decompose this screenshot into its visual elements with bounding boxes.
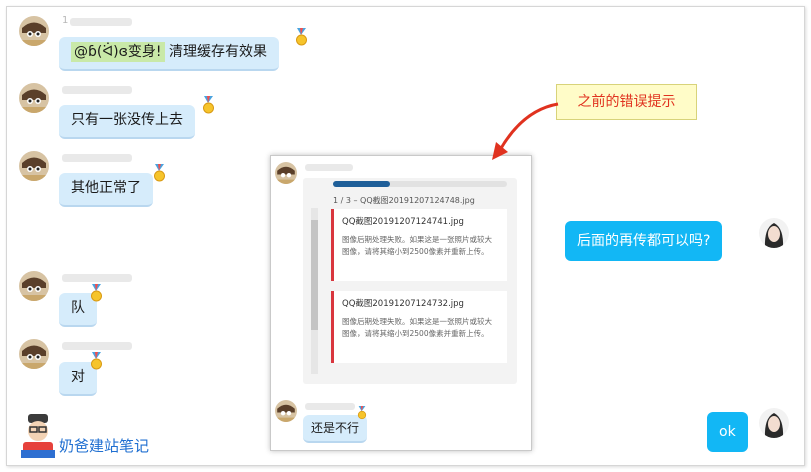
message-text: ok — [719, 424, 736, 440]
nickname-digit: 1 — [62, 15, 69, 26]
watermark-text: 奶爸建站笔记 — [59, 437, 150, 455]
user-avatar — [275, 162, 297, 184]
embedded-screenshot: 1 / 3 – QQ截图20191207124748.jpg QQ截图20191… — [270, 155, 532, 451]
error-card: QQ截图20191207124732.jpg 图像后期处理失败。如果这是一张照片… — [331, 291, 507, 363]
user-avatar[interactable] — [19, 16, 49, 46]
nickname-blurred — [305, 403, 355, 410]
nickname-blurred — [62, 274, 132, 282]
mascot-icon — [21, 414, 55, 458]
user-avatar[interactable] — [19, 83, 49, 113]
error-message: 图像后期处理失败。如果这是一张照片或较大图像，请将其缩小到2500像素并重新上传… — [342, 235, 492, 256]
annotation-arrow-icon — [492, 102, 559, 160]
scrollbar[interactable] — [311, 208, 318, 374]
upload-header: 1 / 3 – QQ截图20191207124748.jpg — [333, 196, 475, 205]
medal-icon — [91, 284, 102, 302]
chat-message-self[interactable]: ok — [707, 412, 748, 452]
error-message: 图像后期处理失败。如果这是一张照片或较大图像，请将其缩小到2500像素并重新上传… — [342, 317, 492, 338]
nickname-blurred — [62, 154, 132, 162]
chat-message[interactable]: 只有一张没传上去 — [59, 105, 195, 139]
medal-icon — [357, 406, 367, 420]
chat-message-self[interactable]: 后面的再传都可以吗? — [565, 221, 723, 261]
error-card: QQ截图20191207124741.jpg 图像后期处理失败。如果这是一张照片… — [331, 209, 507, 281]
self-avatar[interactable] — [759, 408, 789, 438]
medal-icon — [91, 352, 102, 370]
user-avatar — [275, 400, 297, 422]
medal-icon — [296, 28, 307, 46]
medal-icon — [203, 96, 214, 114]
nickname-blurred — [62, 342, 132, 350]
error-filename: QQ截图20191207124732.jpg — [342, 299, 464, 309]
upload-panel: 1 / 3 – QQ截图20191207124748.jpg QQ截图20191… — [303, 178, 517, 384]
medal-icon — [154, 164, 165, 182]
chat-message[interactable]: 其他正常了 — [59, 173, 153, 207]
user-avatar[interactable] — [19, 151, 49, 181]
nickname-blurred — [62, 86, 132, 94]
message-text: 只有一张没传上去 — [71, 112, 183, 128]
message-text: 清理缓存有效果 — [168, 44, 267, 60]
annotation-callout: 之前的错误提示 — [556, 84, 697, 120]
chat-message[interactable]: @ɓ(ᐛ)ɞ变身! 清理缓存有效果 — [59, 37, 279, 71]
message-text: 队 — [71, 300, 85, 316]
self-avatar[interactable] — [759, 218, 789, 248]
message-text: 对 — [71, 369, 85, 385]
mention-tag[interactable]: @ɓ(ᐛ)ɞ变身! — [71, 42, 165, 62]
scrollbar-thumb[interactable] — [311, 220, 318, 330]
message-text: 还是不行 — [311, 421, 360, 435]
nickname-blurred — [305, 164, 353, 171]
user-avatar[interactable] — [19, 271, 49, 301]
message-text: 其他正常了 — [71, 180, 141, 196]
nickname-blurred — [70, 18, 132, 26]
message-text: 后面的再传都可以吗? — [577, 233, 711, 249]
user-avatar[interactable] — [19, 339, 49, 369]
upload-progress-fill — [333, 181, 391, 187]
upload-progress-bar — [333, 181, 507, 187]
error-filename: QQ截图20191207124741.jpg — [342, 217, 464, 227]
